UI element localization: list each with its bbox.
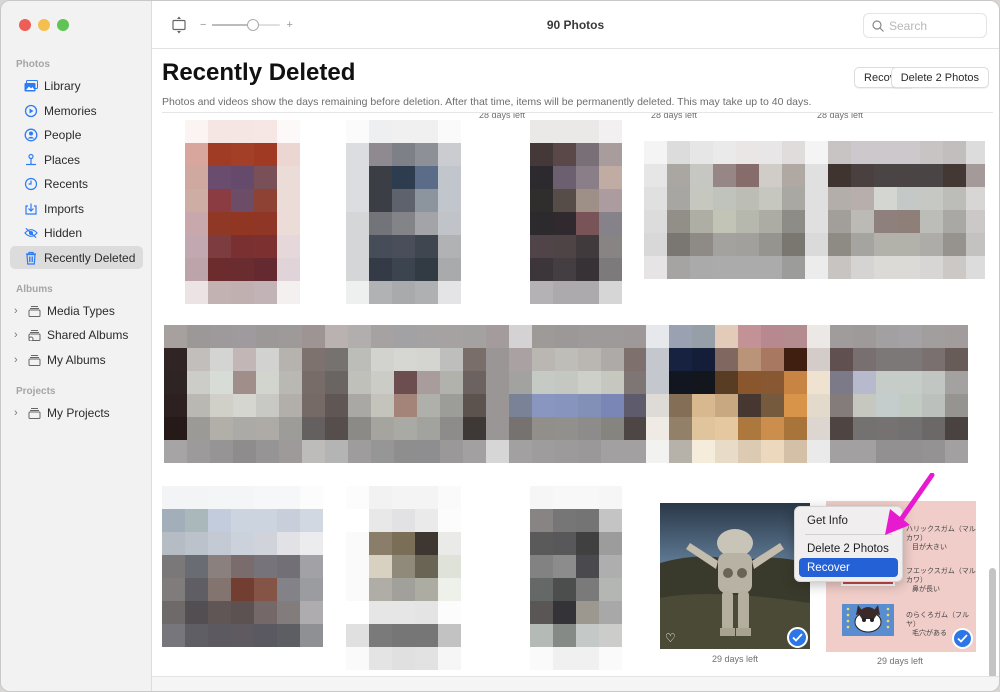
vertical-scrollbar[interactable] <box>987 113 997 678</box>
chevron-right-icon[interactable]: › <box>14 305 18 317</box>
days-left-label: 29 days left <box>876 656 924 666</box>
close-button[interactable] <box>19 19 31 31</box>
photos-window: Photos Library Memories People Places Re… <box>0 0 1000 692</box>
photo-thumbnail[interactable] <box>646 325 968 463</box>
search-field[interactable] <box>863 13 987 38</box>
photo-grid: 28 days left 28 days left 28 days left ♡ 29… <box>152 113 985 676</box>
sidebar-item-library[interactable]: Library <box>10 74 143 97</box>
section-label-projects: Projects <box>16 386 56 397</box>
folder-stack-icon <box>27 406 41 420</box>
photo-thumbnail[interactable] <box>346 120 461 304</box>
eye-slash-icon <box>24 226 38 240</box>
sidebar-item-imports[interactable]: Imports <box>10 197 143 220</box>
sidebar-item-memories[interactable]: Memories <box>10 99 143 122</box>
folder-stack-icon <box>27 353 41 367</box>
chevron-right-icon[interactable]: › <box>14 407 18 419</box>
days-left-label: 28 days left <box>478 113 526 120</box>
sidebar-item-recents[interactable]: Recents <box>10 172 143 195</box>
photo-library-icon <box>24 79 38 93</box>
scrollbar-thumb[interactable] <box>989 568 996 678</box>
menu-separator <box>805 534 892 535</box>
search-input[interactable] <box>889 18 979 33</box>
chevron-right-icon[interactable]: › <box>14 329 18 341</box>
sidebar-item-people[interactable]: People <box>10 123 143 146</box>
delete-photos-button[interactable]: Delete 2 Photos <box>890 67 989 88</box>
toolbar: − + 90 Photos <box>152 1 999 49</box>
photo-thumbnail[interactable] <box>164 325 647 463</box>
photo-thumbnail[interactable] <box>530 120 622 304</box>
chevron-right-icon[interactable]: › <box>14 354 18 366</box>
annotation-arrow-icon <box>885 473 935 535</box>
sidebar-item-media-types[interactable]: › Media Types <box>10 299 143 322</box>
sidebar-item-label: Recently Deleted <box>44 250 136 265</box>
window-controls <box>19 19 69 31</box>
photo-thumbnail[interactable] <box>185 120 300 304</box>
page-title: Recently Deleted <box>162 59 356 86</box>
days-left-label: 28 days left <box>816 113 864 120</box>
memories-icon <box>24 104 38 118</box>
photo-thumbnail[interactable] <box>644 141 828 279</box>
sidebar-item-label: People <box>44 127 82 142</box>
sidebar-item-label: Media Types <box>47 303 115 318</box>
main-content: − + 90 Photos Recently Deleted Recover D… <box>152 1 999 691</box>
folder-stack-icon <box>27 304 41 318</box>
section-label-photos: Photos <box>16 59 50 70</box>
people-icon <box>24 128 38 142</box>
photo-thumbnail[interactable] <box>162 486 323 647</box>
sidebar-item-hidden[interactable]: Hidden <box>10 221 143 244</box>
sidebar-item-my-albums[interactable]: › My Albums <box>10 348 143 371</box>
photo-thumbnail[interactable] <box>346 486 461 670</box>
photo-thumbnail[interactable] <box>530 486 622 670</box>
menu-item-recover[interactable]: Recover <box>799 558 898 577</box>
sidebar-item-label: My Projects <box>47 405 110 420</box>
selected-checkmark-icon[interactable] <box>787 627 808 648</box>
photo-thumbnail-selected[interactable] <box>660 503 810 649</box>
search-icon <box>872 19 884 32</box>
sidebar-item-label: Places <box>44 152 81 167</box>
minimize-button[interactable] <box>38 19 50 31</box>
import-tray-icon <box>24 202 38 216</box>
shared-album-icon <box>27 328 41 342</box>
sidebar-item-label: Shared Albums <box>47 327 129 342</box>
sidebar-item-label: Recents <box>44 176 89 191</box>
sidebar-item-label: My Albums <box>47 352 106 367</box>
trash-icon <box>24 251 38 265</box>
page-description: Photos and videos show the days remainin… <box>162 96 812 108</box>
bottom-bar <box>152 676 999 691</box>
sidebar-item-shared-albums[interactable]: › Shared Albums <box>10 323 143 346</box>
clock-icon <box>24 177 38 191</box>
sidebar-item-places[interactable]: Places <box>10 148 143 171</box>
sidebar-item-label: Memories <box>44 103 97 118</box>
sidebar: Photos Library Memories People Places Re… <box>1 1 152 691</box>
zoom-button[interactable] <box>57 19 69 31</box>
sidebar-item-label: Hidden <box>44 225 83 240</box>
days-left-label: 29 days left <box>711 654 759 664</box>
places-pin-icon <box>24 153 38 167</box>
days-left-label: 28 days left <box>650 113 698 120</box>
heart-icon[interactable]: ♡ <box>665 631 676 645</box>
section-label-albums: Albums <box>16 284 53 295</box>
sidebar-item-label: Library <box>44 78 81 93</box>
sidebar-item-recently-deleted[interactable]: Recently Deleted <box>10 246 143 269</box>
photo-caption-text: フエックスガム（マルカワ） 鼻が長い <box>906 568 976 593</box>
sidebar-item-my-projects[interactable]: › My Projects <box>10 401 143 424</box>
selected-checkmark-icon[interactable] <box>952 628 973 649</box>
photo-thumbnail[interactable] <box>828 141 985 279</box>
sidebar-item-label: Imports <box>44 201 85 216</box>
